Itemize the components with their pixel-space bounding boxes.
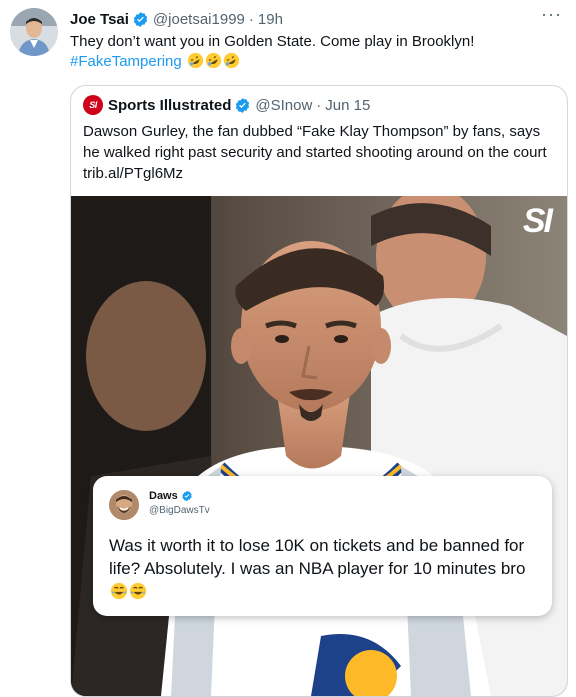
author-avatar[interactable] <box>10 8 58 56</box>
more-options-icon[interactable]: ··· <box>541 4 562 25</box>
quoted-tweet[interactable]: SI Sports Illustrated @SInow · Jun 15 Da… <box>70 85 568 697</box>
daws-avatar <box>109 490 139 520</box>
si-watermark-logo: SI <box>522 202 553 240</box>
quoted-tweet-text: Dawson Gurley, the fan dubbed “Fake Klay… <box>83 123 547 182</box>
hashtag-link[interactable]: #FakeTampering <box>70 53 182 70</box>
quoted-author-name[interactable]: Sports Illustrated <box>108 97 231 114</box>
author-handle[interactable]: @joetsai1999 <box>153 11 245 28</box>
embedded-author-handle: @BigDawsTv <box>149 505 210 516</box>
tweet-timestamp[interactable]: 19h <box>258 11 283 28</box>
verified-badge-icon <box>236 97 250 113</box>
rolling-laughing-emoji-icon <box>223 52 240 69</box>
embedded-tweet-card: Daws @BigDawsTv Was it worth it to lose … <box>93 476 552 616</box>
author-name[interactable]: Joe Tsai <box>70 11 129 28</box>
tears-of-joy-emoji-icon <box>110 582 128 600</box>
sports-illustrated-logo: SI <box>83 95 103 115</box>
rolling-laughing-emoji-icon <box>187 52 204 69</box>
rolling-laughing-emoji-icon <box>205 52 222 69</box>
embedded-tweet-name: Daws <box>149 490 197 502</box>
quoted-author-handle[interactable]: @SInow <box>255 97 312 114</box>
quoted-tweet-header: SI Sports Illustrated @SInow · Jun 15 <box>83 95 370 115</box>
embedded-tweet-body: Was it worth it to lose 10K on tickets a… <box>109 536 526 578</box>
embedded-tweet-text: Was it worth it to lose 10K on tickets a… <box>109 534 539 603</box>
verified-badge-icon <box>182 490 192 502</box>
tweet-text: They don’t want you in Golden State. Com… <box>70 32 560 72</box>
quoted-tweet-date[interactable]: Jun 15 <box>325 97 370 114</box>
quoted-tweet-media[interactable]: SI Daws @BigDawsTv Was it worth it to lo… <box>71 196 567 696</box>
tweet-header: Joe Tsai @joetsai1999 · 19h ··· <box>70 4 566 30</box>
embedded-author-name: Daws <box>149 490 178 502</box>
tears-of-joy-emoji-icon <box>129 582 147 600</box>
separator-dot: · <box>316 96 322 114</box>
tweet-text-line: They don’t want you in Golden State. Com… <box>70 33 475 50</box>
media-photo <box>71 196 567 696</box>
separator-dot: · <box>248 10 254 28</box>
tweet[interactable]: Joe Tsai @joetsai1999 · 19h ··· They don… <box>0 0 576 697</box>
verified-badge-icon <box>133 11 148 27</box>
